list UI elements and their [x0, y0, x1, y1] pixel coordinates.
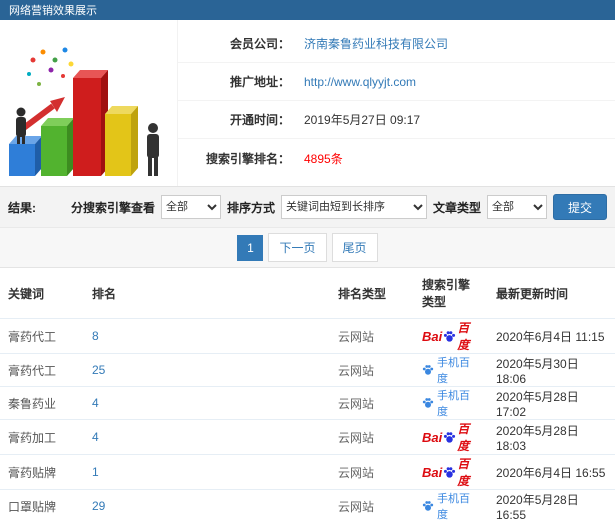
update-time-cell: 2020年5月28日 18:03 — [488, 419, 615, 455]
engine-cell: Bai 百度 — [414, 318, 488, 354]
title-bar: 网络营销效果展示 — [0, 0, 615, 20]
keyword-cell: 膏药代工 — [0, 318, 84, 354]
update-time-cell: 2020年6月4日 16:55 — [488, 454, 615, 490]
baidu-paw-icon — [443, 466, 456, 479]
keyword-cell: 膏药加工 — [0, 419, 84, 455]
header-engine-type: 搜索引擎类型 — [414, 268, 488, 319]
rank-type-cell: 云网站 — [330, 419, 414, 455]
bar-chart-graphic — [8, 47, 159, 176]
header-keyword: 关键词 — [0, 268, 84, 319]
keyword-cell: 膏药贴牌 — [0, 454, 84, 490]
baidu-bai-text: Bai — [422, 464, 443, 480]
baidu-du-text: 百度 — [457, 321, 470, 352]
sort-filter-label: 排序方式 — [226, 200, 275, 215]
rank-type-cell: 云网站 — [330, 318, 414, 354]
mobile-baidu-logo[interactable]: 手机百度 — [422, 490, 480, 520]
header-rank: 排名 — [84, 268, 330, 319]
page-title: 网络营销效果展示 — [9, 5, 97, 17]
promo-url-label: 推广地址： — [229, 75, 290, 89]
rank-count-label: 搜索引擎排名： — [205, 151, 290, 166]
last-page-button[interactable]: 尾页 — [331, 233, 378, 262]
baidu-paw-icon — [443, 330, 456, 343]
baidu-du-text: 百度 — [457, 422, 470, 453]
confetti-dots — [26, 47, 73, 86]
mobile-baidu-logo[interactable]: 手机百度 — [422, 387, 480, 419]
baidu-logo[interactable]: Bai 百度 — [422, 319, 480, 353]
mobile-baidu-text: 手机百度 — [437, 357, 470, 385]
table-row: 膏药代工 8 云网站 Bai 百度 2020年6月4日 11:15 — [0, 318, 615, 354]
rank-type-cell: 云网站 — [330, 386, 414, 420]
table-row: 膏药贴牌 1 云网站 Bai 百度 2020年6月4日 16:55 — [0, 454, 615, 490]
result-section-label: 结果: — [8, 200, 36, 215]
engine-filter-select[interactable]: 全部 — [160, 195, 221, 219]
table-row: 口罩贴牌 29 云网站 手机百度 2020年5月28日 16:55 — [0, 489, 615, 520]
table-header: 关键词 排名 排名类型 搜索引擎类型 最新更新时间 — [0, 268, 615, 319]
engine-cell: 手机百度 — [414, 386, 488, 420]
engine-cell: 手机百度 — [414, 353, 488, 387]
header-rank-type: 排名类型 — [330, 268, 414, 319]
rank-type-cell: 云网站 — [330, 353, 414, 387]
open-time-label: 开通时间： — [229, 113, 290, 127]
mobile-baidu-text: 手机百度 — [437, 493, 470, 520]
rank-type-cell: 云网站 — [330, 454, 414, 490]
rank-cell[interactable]: 29 — [84, 489, 330, 520]
keyword-cell: 秦鲁药业 — [0, 386, 84, 420]
mobile-baidu-paw-icon — [422, 364, 434, 376]
page-number-current[interactable]: 1 — [237, 234, 264, 261]
keyword-rank-table: 关键词 排名 排名类型 搜索引擎类型 最新更新时间 膏药代工 8 云网站 Bai… — [0, 268, 615, 520]
filter-controls: 分搜索引擎查看 全部 排序方式 关键词由短到长排序 文章类型 全部 提交 — [71, 194, 607, 220]
company-label: 会员公司： — [229, 37, 290, 51]
table-row: 膏药加工 4 云网站 Bai 百度 2020年5月28日 18:03 — [0, 419, 615, 455]
baidu-bai-text: Bai — [422, 328, 443, 344]
company-link[interactable]: 济南秦鲁药业科技有限公司 — [304, 35, 448, 52]
baidu-paw-icon — [443, 431, 456, 444]
mobile-baidu-text: 手机百度 — [437, 390, 470, 418]
update-time-cell: 2020年5月28日 16:55 — [488, 489, 615, 520]
filter-bar: 结果: 分搜索引擎查看 全部 排序方式 关键词由短到长排序 文章类型 全部 提交 — [0, 186, 615, 228]
engine-cell: Bai 百度 — [414, 419, 488, 455]
promo-url-link[interactable]: http://www.qlyyjt.com — [304, 75, 416, 89]
update-time-cell: 2020年5月30日 18:06 — [488, 353, 615, 387]
pagination: 1 下一页 尾页 — [0, 228, 615, 268]
keyword-cell: 口罩贴牌 — [0, 489, 84, 520]
table-row: 秦鲁药业 4 云网站 手机百度 2020年5月28日 17:02 — [0, 386, 615, 420]
article-type-select[interactable]: 全部 — [486, 195, 547, 219]
rank-cell[interactable]: 1 — [84, 454, 330, 490]
submit-button[interactable]: 提交 — [552, 194, 607, 220]
table-body: 膏药代工 8 云网站 Bai 百度 2020年6月4日 11:15 膏药代工 2… — [0, 318, 615, 520]
update-time-cell: 2020年6月4日 11:15 — [488, 318, 615, 354]
info-row-company: 会员公司： 济南秦鲁药业科技有限公司 — [178, 25, 615, 63]
baidu-bai-text: Bai — [422, 429, 443, 445]
header-update-time: 最新更新时间 — [488, 268, 615, 319]
sort-filter-select[interactable]: 关键词由短到长排序 — [280, 195, 427, 219]
baidu-logo[interactable]: Bai 百度 — [422, 420, 480, 454]
table-row: 膏药代工 25 云网站 手机百度 2020年5月30日 18:06 — [0, 353, 615, 387]
info-row-url: 推广地址： http://www.qlyyjt.com — [178, 63, 615, 101]
rank-type-cell: 云网站 — [330, 489, 414, 520]
summary-panel: 会员公司： 济南秦鲁药业科技有限公司 推广地址： http://www.qlyy… — [0, 20, 615, 186]
baidu-logo[interactable]: Bai 百度 — [422, 455, 480, 489]
member-info: 会员公司： 济南秦鲁药业科技有限公司 推广地址： http://www.qlyy… — [178, 20, 615, 186]
open-time-value: 2019年5月27日 09:17 — [304, 113, 421, 127]
engine-filter-label: 分搜索引擎查看 — [70, 200, 155, 215]
info-row-rank-count: 搜索引擎排名： 4895条 — [178, 139, 615, 177]
baidu-du-text: 百度 — [457, 457, 470, 488]
rank-cell[interactable]: 4 — [84, 419, 330, 455]
mobile-baidu-logo[interactable]: 手机百度 — [422, 354, 480, 386]
keyword-cell: 膏药代工 — [0, 353, 84, 387]
article-type-label: 文章类型 — [432, 200, 481, 215]
page: 网络营销效果展示 会员公司： 济南秦鲁药业科技有限公司 推广地址： http:/… — [0, 0, 615, 520]
mobile-baidu-paw-icon — [422, 397, 434, 409]
info-row-open-time: 开通时间： 2019年5月27日 09:17 — [178, 101, 615, 139]
rank-cell[interactable]: 4 — [84, 386, 330, 420]
rank-cell[interactable]: 25 — [84, 353, 330, 387]
update-time-cell: 2020年5月28日 17:02 — [488, 386, 615, 420]
engine-cell: 手机百度 — [414, 489, 488, 520]
mobile-baidu-paw-icon — [422, 500, 434, 512]
marketing-illustration — [0, 20, 178, 186]
rank-count-value: 4895条 — [304, 151, 343, 166]
engine-cell: Bai 百度 — [414, 454, 488, 490]
rank-cell[interactable]: 8 — [84, 318, 330, 354]
next-page-button[interactable]: 下一页 — [268, 233, 327, 262]
